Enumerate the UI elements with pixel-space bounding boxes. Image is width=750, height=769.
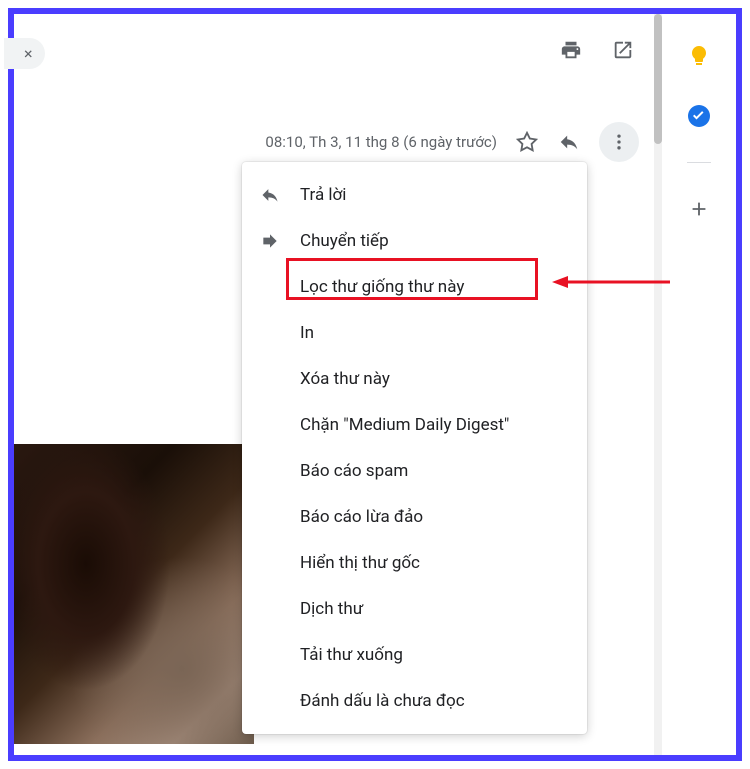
print-icon xyxy=(560,39,582,61)
menu-item-label: Báo cáo lừa đảo xyxy=(300,507,423,527)
menu-item-label: Chuyển tiếp xyxy=(300,231,389,251)
menu-item-label: Đánh dấu là chưa đọc xyxy=(300,691,465,711)
menu-item-reply[interactable]: Trả lời xyxy=(242,172,587,218)
app-frame: × 08:10, Th 3, 11 thg 8 (6 ngày trước) xyxy=(8,8,742,761)
star-button[interactable] xyxy=(515,130,539,154)
menu-item-mark-unread[interactable]: Đánh dấu là chưa đọc xyxy=(242,678,587,724)
menu-item-label: Lọc thư giống thư này xyxy=(300,277,464,297)
star-icon xyxy=(516,131,538,153)
tasks-addon-button[interactable] xyxy=(681,98,717,134)
forward-icon xyxy=(258,229,282,253)
reply-icon xyxy=(558,131,580,153)
side-panel-divider xyxy=(687,162,711,163)
menu-item-label: Hiển thị thư gốc xyxy=(300,553,420,573)
message-meta-row: 08:10, Th 3, 11 thg 8 (6 ngày trước) xyxy=(265,122,639,162)
reply-button[interactable] xyxy=(557,130,581,154)
menu-item-translate[interactable]: Dịch thư xyxy=(242,586,587,632)
menu-item-label: Dịch thư xyxy=(300,599,363,619)
menu-item-report-phishing[interactable]: Báo cáo lừa đảo xyxy=(242,494,587,540)
more-actions-button[interactable] xyxy=(599,122,639,162)
keep-addon-button[interactable] xyxy=(681,38,717,74)
menu-item-label: Tải thư xuống xyxy=(300,645,403,665)
more-vert-icon xyxy=(609,132,629,152)
menu-item-block-sender[interactable]: Chặn "Medium Daily Digest" xyxy=(242,402,587,448)
menu-item-label: Chặn "Medium Daily Digest" xyxy=(300,415,509,435)
more-actions-menu: Trả lời Chuyển tiếp Lọc thư giống thư nà… xyxy=(242,162,587,734)
menu-item-label: Xóa thư này xyxy=(300,369,390,389)
email-main-area: × 08:10, Th 3, 11 thg 8 (6 ngày trước) xyxy=(14,14,662,755)
close-icon[interactable]: × xyxy=(24,44,33,63)
menu-item-label: Trả lời xyxy=(300,185,346,205)
menu-item-report-spam[interactable]: Báo cáo spam xyxy=(242,448,587,494)
scrollbar-thumb[interactable] xyxy=(654,14,662,144)
print-button[interactable] xyxy=(559,38,583,62)
addons-side-panel xyxy=(662,14,736,755)
plus-icon xyxy=(688,198,710,220)
open-new-window-button[interactable] xyxy=(611,38,635,62)
menu-item-forward[interactable]: Chuyển tiếp xyxy=(242,218,587,264)
header-actions xyxy=(559,38,635,62)
open-new-icon xyxy=(612,39,634,61)
menu-item-label: In xyxy=(300,323,314,343)
menu-item-show-original[interactable]: Hiển thị thư gốc xyxy=(242,540,587,586)
menu-item-label: Báo cáo spam xyxy=(300,461,408,481)
email-body-image xyxy=(14,444,254,744)
menu-item-filter-like-this[interactable]: Lọc thư giống thư này xyxy=(242,264,587,310)
add-addon-button[interactable] xyxy=(681,191,717,227)
message-timestamp: 08:10, Th 3, 11 thg 8 (6 ngày trước) xyxy=(265,133,497,151)
keep-icon xyxy=(687,44,711,68)
reply-icon xyxy=(258,183,282,207)
tasks-icon xyxy=(687,104,711,128)
menu-item-delete[interactable]: Xóa thư này xyxy=(242,356,587,402)
menu-item-download[interactable]: Tải thư xuống xyxy=(242,632,587,678)
attachment-chip[interactable]: × xyxy=(4,38,45,69)
menu-item-print[interactable]: In xyxy=(242,310,587,356)
